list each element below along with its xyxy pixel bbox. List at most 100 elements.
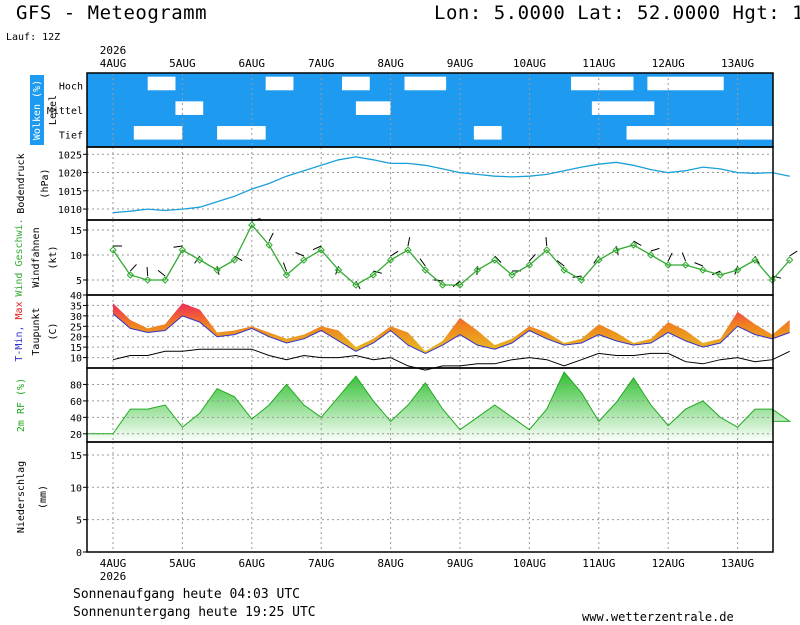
cloud-clear-gap bbox=[342, 76, 370, 91]
cloud-clear-gap bbox=[626, 126, 794, 140]
bottom-date-label: 7AUG bbox=[308, 557, 335, 570]
pressure-frame bbox=[86, 146, 774, 221]
temperature-band bbox=[113, 303, 790, 354]
temp-tick-label: 25 bbox=[70, 322, 82, 333]
bottom-date-label: 10AUG bbox=[513, 557, 546, 570]
cloud-level-label: Hoch bbox=[59, 81, 83, 92]
humidity-panel: 20 40 60 80 2m RF (%) bbox=[16, 367, 792, 443]
cloud-clear-gap bbox=[175, 101, 204, 115]
temp-tick-label: 10 bbox=[70, 354, 82, 365]
bottom-date-label: 13AUG bbox=[721, 557, 754, 570]
pressure-tick-label: 1025 bbox=[58, 150, 82, 161]
precip-ylabel2: (mm) bbox=[38, 485, 49, 509]
rh-tick-label: 80 bbox=[70, 380, 82, 391]
top-date-label: 11AUG bbox=[582, 57, 615, 70]
precip-tick-label: 0 bbox=[76, 548, 82, 559]
top-date-label: 9AUG bbox=[447, 57, 474, 70]
cloud-ylabel: Wolken (%) bbox=[32, 80, 43, 140]
top-date-label: 6AUG bbox=[239, 57, 266, 70]
wind-barb-icon bbox=[694, 262, 704, 267]
wind-barb-icon bbox=[129, 264, 137, 272]
top-date-label: 12AUG bbox=[652, 57, 685, 70]
bottom-date-label: 5AUG bbox=[169, 557, 196, 570]
cloud-clear-gap bbox=[591, 101, 655, 115]
cloud-clear-gap bbox=[647, 76, 724, 91]
tmax-label: Max bbox=[14, 301, 25, 325]
wind-barb-icon bbox=[173, 245, 183, 248]
cloud-clear-gap bbox=[473, 126, 502, 140]
pressure-ylabel: Bodendruck bbox=[16, 153, 27, 213]
humidity-ylabel: 2m RF (%) bbox=[16, 378, 27, 432]
cloud-clear-gap bbox=[133, 126, 183, 140]
temp-tick-label: 40 bbox=[70, 291, 82, 302]
wind-barb-icon bbox=[157, 269, 166, 277]
top-date-label: 7AUG bbox=[308, 57, 335, 70]
wind-ylabel: Wind Geschwi. bbox=[14, 218, 25, 296]
meteogram-chart: 20264AUG 5AUG 6AUG 7AUG 8AUG 9AUG 10AUG 11AUG 12… bbox=[14, 44, 798, 583]
cloud-clear-gap bbox=[355, 101, 391, 115]
sunset-text: Sonnenuntergang heute 19:25 UTC bbox=[73, 605, 316, 620]
temp-tick-label: 20 bbox=[70, 333, 82, 344]
temp-tick-label: 30 bbox=[70, 312, 82, 323]
dewpoint-line bbox=[112, 348, 790, 371]
temperature-ylabel: T-Min, Max bbox=[14, 301, 25, 361]
temperature-panel: 10152025303540 T-Min, Max Taupunkt (C) bbox=[14, 291, 790, 371]
pressure-ylabel2: (hPa) bbox=[40, 168, 51, 198]
wind-barb-icon bbox=[295, 252, 305, 257]
pressure-line bbox=[112, 156, 790, 214]
temp-tick-label: 15 bbox=[70, 343, 82, 354]
pressure-tick-label: 1010 bbox=[58, 205, 82, 216]
cloud-panel: HochMittelTiefWolken (%) Level bbox=[30, 72, 794, 148]
wind-barb-icon bbox=[407, 237, 411, 247]
humidity-area bbox=[87, 372, 790, 442]
cloud-clear-gap bbox=[147, 76, 176, 91]
precip-tick-label: 10 bbox=[70, 483, 82, 494]
rh-tick-label: 20 bbox=[70, 430, 82, 441]
bottom-date-label: 4AUG bbox=[100, 557, 127, 570]
top-date-label: 4AUG bbox=[100, 57, 127, 70]
wind-tick-label: 15 bbox=[70, 226, 82, 237]
wind-barb-icon bbox=[452, 280, 461, 288]
cloud-clear-gap bbox=[404, 76, 447, 91]
pressure-tick-label: 1020 bbox=[58, 169, 82, 180]
precip-tick-label: 15 bbox=[70, 451, 82, 462]
cloud-clear-gap bbox=[265, 76, 294, 91]
bottom-date-label: 6AUG bbox=[239, 557, 266, 570]
top-date-label: 8AUG bbox=[377, 57, 404, 70]
wind-barb-icon bbox=[667, 252, 673, 262]
rh-tick-label: 40 bbox=[70, 413, 82, 424]
cloud-level-label: Tief bbox=[59, 131, 83, 142]
temperature-ylabel3: (C) bbox=[48, 322, 59, 340]
top-year-label: 2026 bbox=[100, 44, 127, 57]
wind-barb-icon bbox=[681, 252, 687, 262]
wind-barb-icon bbox=[268, 232, 274, 242]
pressure-tick-label: 1015 bbox=[58, 187, 82, 198]
wind-barb-icon bbox=[545, 236, 548, 247]
precipitation-panel: 0 5 10 15 Niederschlag (mm) bbox=[16, 441, 774, 559]
top-date-label: 5AUG bbox=[169, 57, 196, 70]
wind-barb-icon bbox=[146, 266, 149, 277]
cloud-clear-gap bbox=[217, 126, 266, 140]
wind-ylabel3: (kt) bbox=[48, 245, 59, 269]
bottom-date-axis: 4AUG 5AUG 6AUG 7AUG 8AUG 9AUG 10AUG 11AUG 12AUG 1… bbox=[100, 557, 754, 583]
wind-ylabel2: Windfahnen bbox=[31, 227, 42, 287]
pressure-panel: 1010 1015 1020 1025 Bodendruck (hPa) bbox=[16, 146, 790, 221]
tmin-label: T-Min, bbox=[14, 325, 25, 361]
precip-frame bbox=[86, 441, 774, 553]
bottom-date-label: 8AUG bbox=[377, 557, 404, 570]
wind-barb-icon bbox=[789, 250, 798, 257]
wind-tick-label: 5 bbox=[76, 276, 82, 287]
bottom-date-label: 12AUG bbox=[652, 557, 685, 570]
cloud-clear-gap bbox=[571, 76, 634, 91]
bottom-date-label: 11AUG bbox=[582, 557, 615, 570]
top-date-label: 10AUG bbox=[513, 57, 546, 70]
wind-barb-icon bbox=[650, 247, 660, 252]
location-label: Lon: 5.0000 Lat: 52.0000 Hgt: 1m bbox=[434, 2, 800, 24]
page-title: GFS - Meteogramm bbox=[16, 2, 208, 24]
site-link[interactable]: www.wetterzentrale.de bbox=[582, 610, 734, 624]
wind-tick-label: 10 bbox=[70, 251, 82, 262]
precip-ylabel: Niederschlag bbox=[16, 461, 27, 533]
bottom-year-label: 2026 bbox=[100, 570, 127, 583]
cloud-ylabel2: Level bbox=[48, 95, 59, 125]
top-date-label: 13AUG bbox=[721, 57, 754, 70]
